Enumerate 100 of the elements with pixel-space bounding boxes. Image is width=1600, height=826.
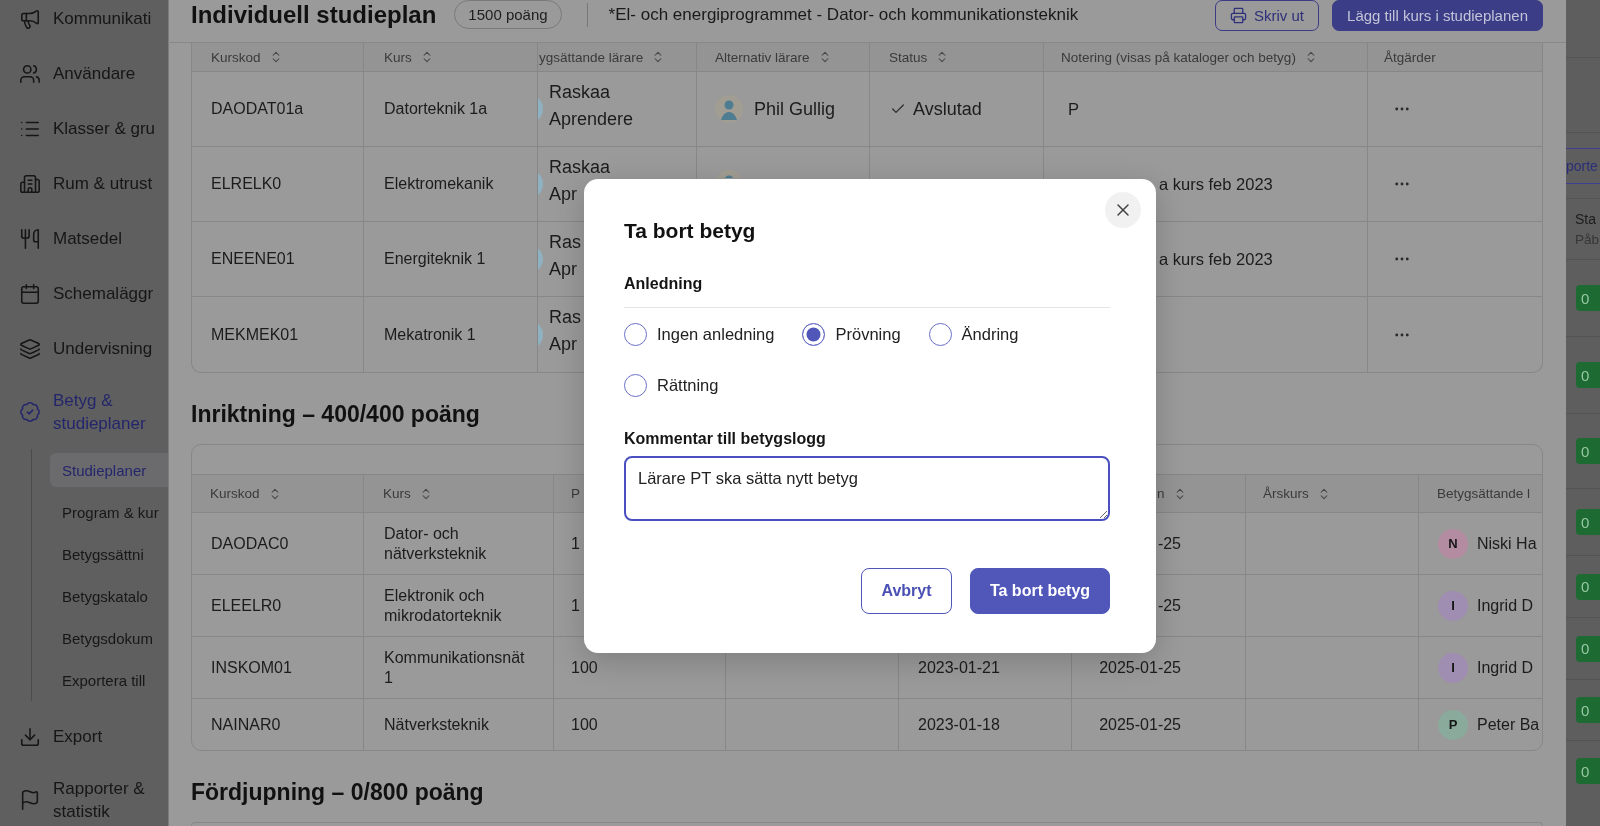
printer-icon (1230, 7, 1248, 24)
teacher-name: Ras (549, 308, 581, 327)
table-cell-text: Dator- och nätverksteknik (384, 523, 488, 564)
nav-subitem[interactable]: Program & kur (50, 495, 168, 529)
layers-icon (19, 337, 41, 360)
table-cell: Nätverksteknik (384, 714, 489, 735)
teacher-name: Ingrid D (1477, 595, 1534, 616)
radio-option[interactable]: Prövning (802, 323, 901, 346)
table-cell-text: Kommunikationsnät 1 (384, 647, 526, 688)
count-badge: 0 (1576, 285, 1600, 311)
nav-subitem[interactable]: Betygsdokum (50, 621, 168, 655)
delete-grade-button[interactable]: Ta bort betyg (970, 568, 1110, 614)
table-cell: 2023-01-18 (918, 714, 1000, 735)
nav-subitem[interactable]: Exportera till (50, 663, 168, 697)
nav-item[interactable]: Rapporter & statistik (0, 765, 168, 826)
table-cell: Elektromekanik (384, 174, 494, 194)
table-cell: 2025-01-25 (1099, 657, 1181, 678)
radio-option[interactable]: Ingen anledning (624, 323, 775, 346)
table-cell: NAINAR0 (211, 714, 281, 735)
table-cell: 2025-01-25 (1099, 714, 1181, 735)
nav-item[interactable]: Betyg & studieplaner (0, 377, 168, 449)
count-badge: 0 (1576, 509, 1600, 535)
utensils-icon (19, 227, 41, 250)
teacher-name: Aprendere (549, 110, 634, 129)
column-header[interactable]: Årskurs (1263, 486, 1309, 501)
table-cell: 1 (571, 533, 580, 554)
table-cell: 100 (571, 657, 598, 678)
column-header[interactable]: Kurskod (211, 49, 261, 65)
table-cell: Mekatronik 1 (384, 324, 476, 345)
section-heading: Fördjupning – 0/800 poäng (191, 778, 485, 806)
nav-item[interactable]: Användare (0, 47, 168, 102)
column-header[interactable]: Status (889, 49, 928, 65)
radio-option[interactable]: Ändring (928, 323, 1019, 346)
table-cell-text: Elektronik och mikrodatorteknik (384, 585, 503, 626)
teacher-name: Ras (549, 233, 581, 252)
teacher-name: Raskaa (549, 158, 611, 177)
nav-subitem[interactable]: Betygskatalo (50, 579, 168, 613)
table-cell: -25 (1157, 595, 1181, 616)
table-cell: 1 (571, 595, 580, 616)
table-cell: a kurs feb 2023 (1159, 174, 1273, 194)
column-header[interactable]: Kurs (384, 49, 412, 65)
nav-item[interactable]: Rum & utrust (0, 157, 168, 212)
column-header[interactable]: Kurskod (210, 486, 260, 501)
teacher-name: Raskaa (549, 83, 612, 102)
teacher-name: Peter Ba (1477, 714, 1540, 735)
initial-avatar: N (1438, 528, 1468, 559)
teacher-name: Niski Ha (1477, 533, 1537, 554)
count-badge: 0 (1576, 438, 1600, 464)
nav-item[interactable]: Schemaläggr (0, 267, 168, 322)
add-course-button[interactable]: Lägg till kurs i studieplanen (1332, 0, 1543, 31)
nav-subitem[interactable]: Betygssättni (50, 537, 168, 571)
table-cell: MEKMEK01 (211, 324, 299, 345)
print-button[interactable]: Skriv ut (1215, 0, 1320, 31)
status-text: Avslutad (913, 98, 982, 120)
count-badge: 0 (1576, 635, 1600, 662)
table-cell: -25 (1157, 533, 1181, 554)
column-header[interactable]: Alternativ lärare (715, 49, 810, 65)
cancel-button[interactable]: Avbryt (861, 568, 952, 614)
column-header[interactable]: n (1157, 486, 1165, 501)
column-header[interactable]: P (571, 486, 580, 501)
nav-item[interactable]: Export (0, 710, 168, 765)
teacher-name: Apr (549, 185, 578, 204)
table-cell: INSKOM01 (211, 657, 292, 678)
column-header[interactable]: Betygsättande l (1437, 486, 1531, 501)
field-label: Anledning (624, 275, 704, 293)
initial-avatar: P (1438, 709, 1468, 740)
field-label: Kommentar till betygslogg (624, 430, 827, 448)
table-cell: Energiteknik 1 (384, 249, 486, 269)
megaphone-icon (19, 7, 41, 30)
column-header[interactable]: Notering (visas på kataloger och betyg) (1061, 49, 1296, 65)
table-cell: 100 (571, 714, 598, 735)
count-badge: 0 (1576, 758, 1600, 784)
table-cell: 2023-01-21 (918, 657, 1000, 678)
count-badge: 0 (1576, 573, 1600, 600)
table-cell: P (1068, 99, 1079, 119)
initial-avatar: I (1438, 652, 1468, 683)
nav-item[interactable]: Undervisning (0, 322, 168, 377)
dialog-title: Ta bort betyg (624, 219, 757, 243)
table-cell: ELRELK0 (211, 174, 282, 194)
teacher-name: Apr (549, 260, 578, 279)
teacher-name: Ingrid D (1477, 657, 1534, 678)
radio-option[interactable]: Rättning (624, 374, 719, 397)
users-icon (19, 62, 41, 85)
column-header[interactable]: Åtgärder (1384, 49, 1436, 65)
table-cell: ELEELR0 (211, 595, 282, 616)
teacher-name: Phil Gullig (754, 98, 836, 120)
nav-item[interactable]: Klasser & gru (0, 102, 168, 157)
column-header[interactable]: ygsättande lärare (539, 49, 644, 65)
table-cell: DAODAT01a (211, 99, 304, 119)
column-header[interactable]: Kurs (383, 486, 411, 501)
close-button[interactable] (1105, 192, 1141, 228)
comment-field[interactable]: Lärare PT ska sätta nytt betyg (624, 456, 1110, 521)
nav-subitem[interactable]: Studieplaner (50, 453, 168, 487)
count-badge: 0 (1576, 697, 1600, 723)
badge-check-icon (19, 401, 41, 423)
count-badge: 0 (1576, 362, 1600, 388)
nav-item[interactable]: Kommunikati (0, 0, 168, 47)
download-icon (19, 725, 41, 748)
nav-item[interactable]: Matsedel (0, 212, 168, 267)
section-heading: Inriktning – 400/400 poäng (191, 400, 481, 428)
